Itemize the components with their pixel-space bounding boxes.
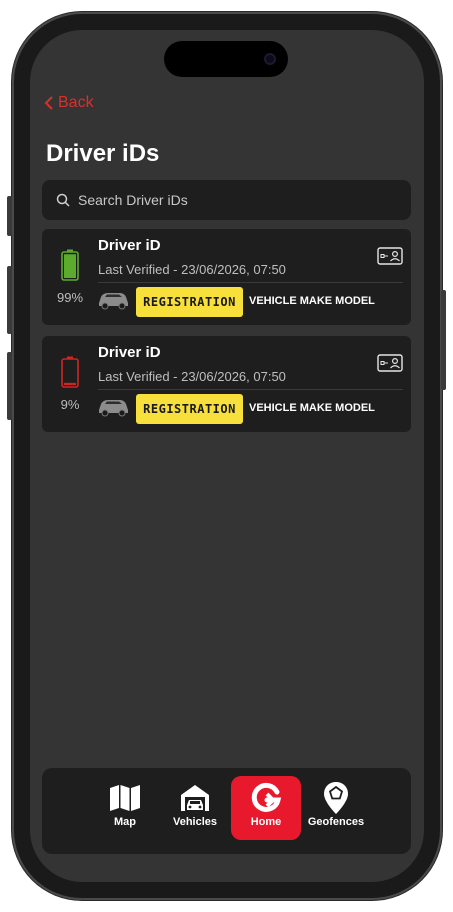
- battery-percentage: 9%: [60, 397, 80, 412]
- home-g-logo-icon: [251, 782, 282, 812]
- camera-icon: [264, 53, 276, 65]
- last-verified: Last Verified - 23/06/2026, 07:50: [98, 262, 286, 277]
- screen: Back Driver iDs 99% Driver iD Last Verif…: [30, 30, 424, 882]
- driver-name: Driver iD: [98, 344, 161, 361]
- vehicle-make-model: VEHICLE MAKE MODEL: [249, 295, 375, 307]
- volume-up-button: [7, 266, 12, 334]
- chevron-left-icon: [44, 96, 53, 110]
- card-divider: [98, 282, 403, 283]
- car-icon: [99, 400, 128, 417]
- volume-down-button: [7, 352, 12, 420]
- battery-indicator: 99%: [52, 249, 88, 305]
- registration-plate: REGISTRATION: [136, 287, 243, 317]
- tab-bar: Map Vehicles Home Geofences: [42, 768, 411, 854]
- id-card-icon[interactable]: [377, 247, 403, 265]
- search-icon: [56, 193, 70, 207]
- registration-plate: REGISTRATION: [136, 394, 243, 424]
- id-card-icon[interactable]: [377, 354, 403, 372]
- dynamic-island: [164, 41, 288, 77]
- tab-map[interactable]: Map: [90, 776, 160, 840]
- vehicle-make-model: VEHICLE MAKE MODEL: [249, 402, 375, 414]
- geofence-pin-icon: [324, 782, 348, 814]
- last-verified: Last Verified - 23/06/2026, 07:50: [98, 369, 286, 384]
- tab-vehicles[interactable]: Vehicles: [160, 776, 230, 840]
- driver-name: Driver iD: [98, 237, 161, 254]
- tab-label: Map: [114, 816, 136, 828]
- card-divider: [98, 389, 403, 390]
- car-icon: [99, 293, 128, 310]
- search-input[interactable]: [78, 192, 378, 208]
- battery-indicator: 9%: [52, 356, 88, 412]
- tab-label: Geofences: [307, 816, 365, 828]
- search-bar[interactable]: [42, 180, 411, 220]
- back-label: Back: [58, 94, 94, 111]
- garage-car-icon: [181, 785, 209, 811]
- back-button[interactable]: Back: [44, 94, 94, 112]
- page-title: Driver iDs: [46, 140, 160, 167]
- action-button: [7, 196, 12, 236]
- tab-home[interactable]: Home: [231, 776, 301, 840]
- driver-card[interactable]: 9% Driver iD Last Verified - 23/06/2026,…: [42, 336, 411, 432]
- battery-percentage: 99%: [56, 290, 84, 305]
- tab-geofences[interactable]: Geofences: [301, 776, 371, 840]
- power-button: [441, 290, 446, 390]
- battery-icon: [61, 249, 79, 281]
- tab-label: Vehicles: [172, 816, 218, 828]
- map-icon: [110, 785, 140, 811]
- battery-icon: [61, 356, 79, 388]
- driver-card[interactable]: 99% Driver iD Last Verified - 23/06/2026…: [42, 229, 411, 325]
- tab-label: Home: [250, 816, 282, 828]
